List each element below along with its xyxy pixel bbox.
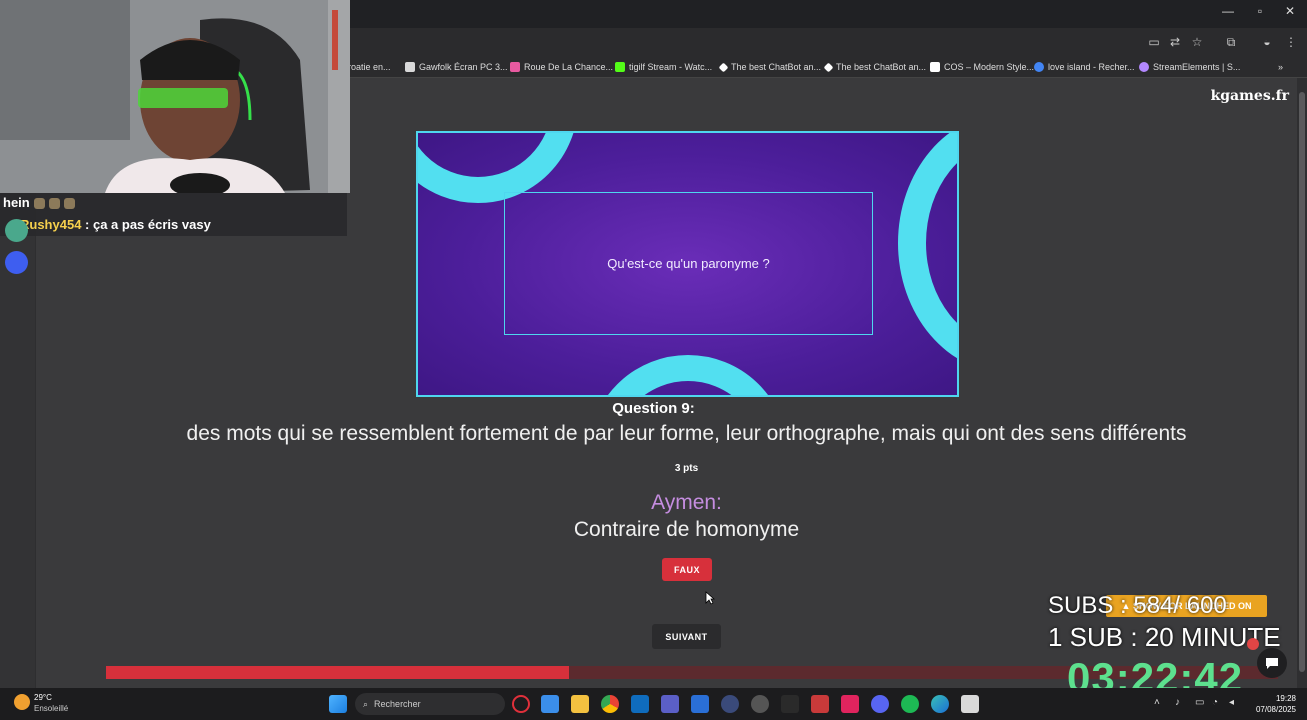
discord-icon[interactable] [871, 695, 889, 713]
opera-icon[interactable] [512, 695, 530, 713]
correct-answer: des mots qui se ressemblent fortement de… [186, 422, 1187, 445]
question-number: Question 9: [612, 400, 695, 417]
bookmark[interactable]: COS – Modern Style... [930, 60, 1034, 74]
subs-count: SUBS : 584/ 600 [1048, 592, 1227, 619]
notification-dot [1247, 638, 1259, 650]
cast-icon[interactable]: ▭ [1146, 34, 1162, 50]
search-icon: ⌕ [363, 698, 369, 709]
chatbot-icon [823, 62, 834, 72]
chat-username: Rushy454 [20, 217, 82, 232]
emote-icon [48, 198, 60, 210]
wifi-icon[interactable]: ◔ [1212, 697, 1218, 708]
weather-text[interactable]: Ensoleillé [34, 704, 68, 713]
timer-progress-fill [106, 666, 569, 679]
edge-icon[interactable] [931, 695, 949, 713]
question-text: Qu'est-ce qu'un paronyme ? [607, 256, 770, 271]
cos-icon [930, 62, 940, 72]
clock-date: 07/08/2025 [1255, 705, 1296, 714]
question-box: Qu'est-ce qu'un paronyme ? [504, 192, 873, 335]
extensions-icon[interactable]: ⧉ [1223, 34, 1239, 50]
player-name: Aymen: [651, 491, 722, 514]
close-icon[interactable]: ✕ [1278, 4, 1302, 18]
bookmark[interactable]: love island - Recher... [1034, 60, 1135, 74]
clock-time: 19:28 [1275, 694, 1296, 703]
chat-overlay: hein Rushy454 : ça a pas écris vasy [0, 193, 347, 236]
system-clock[interactable]: 19:28 07/08/2025 [1248, 693, 1296, 715]
folder-icon[interactable] [571, 695, 589, 713]
sub-rate: 1 SUB : 20 MINUTE [1048, 622, 1281, 652]
menu-icon[interactable]: ⋮ [1283, 34, 1299, 50]
chat-message: Rushy454 : ça a pas écris vasy [20, 217, 211, 232]
minimize-icon[interactable]: — [1216, 4, 1240, 18]
streamelements-icon [1139, 62, 1149, 72]
outlook-icon[interactable] [631, 695, 649, 713]
taskbar: 29°C Ensoleillé ⌕ Rechercher ˄ ♪ ▭ ◔ ◂ 1… [0, 688, 1307, 720]
temperature[interactable]: 29°C [34, 693, 52, 702]
scrollbar[interactable] [1297, 78, 1307, 688]
store-icon[interactable] [541, 695, 559, 713]
avatar[interactable] [5, 219, 28, 242]
google-icon [1034, 62, 1044, 72]
app-icon[interactable] [691, 695, 709, 713]
profile-icon[interactable]: ◒ [1259, 34, 1275, 50]
screen: — ▫ ✕ ▭ ⇄ ☆ ⧉ ◒ ⋮ roatie en... Gawfolk É… [0, 0, 1307, 720]
app-icon[interactable] [751, 695, 769, 713]
emote-icon [33, 198, 45, 210]
translate-icon[interactable]: ⇄ [1167, 34, 1183, 50]
tiktok-icon[interactable] [841, 695, 859, 713]
teams-icon[interactable] [661, 695, 679, 713]
streamer-camera-feed [0, 0, 350, 193]
question-card: Qu'est-ce qu'un paronyme ? [416, 131, 959, 397]
windows-start-icon[interactable] [329, 695, 347, 713]
maximize-icon[interactable]: ▫ [1248, 4, 1272, 18]
webcam-overlay [0, 0, 350, 193]
bookmark[interactable]: The best ChatBot an... [823, 60, 926, 74]
app-icon[interactable] [811, 695, 829, 713]
bookmarks-overflow-icon[interactable]: » [1278, 60, 1283, 74]
site-logo[interactable]: kgames.fr [1211, 88, 1289, 104]
points-value: 3 pts [674, 463, 699, 474]
chat-message-text: : ça a pas écris vasy [81, 217, 211, 232]
microphone-icon[interactable]: ♪ [1175, 697, 1180, 708]
app-icon[interactable] [721, 695, 739, 713]
star-icon[interactable]: ☆ [1189, 34, 1205, 50]
next-button[interactable]: SUIVANT [652, 624, 721, 649]
bookmark[interactable]: tigilf Stream - Watc... [615, 60, 712, 74]
amazon-icon [405, 62, 415, 72]
bookmark[interactable]: Gawfolk Écran PC 3... [405, 60, 508, 74]
wheel-icon [510, 62, 520, 72]
player-answer: Contraire de homonyme [573, 518, 800, 541]
sun-icon[interactable] [14, 694, 30, 710]
volume-icon[interactable]: ◂ [1229, 697, 1234, 708]
chatbot-icon [718, 62, 729, 72]
chat-message: hein [3, 195, 75, 210]
chrome-icon[interactable] [601, 695, 619, 713]
bookmark[interactable]: Roue De La Chance... [510, 60, 613, 74]
decorative-ring [588, 355, 788, 395]
taskbar-search[interactable]: ⌕ Rechercher [355, 693, 505, 715]
app-icon[interactable] [961, 695, 979, 713]
bookmark[interactable]: StreamElements | S... [1139, 60, 1240, 74]
chat-bubble-icon[interactable] [1257, 648, 1287, 678]
kick-icon [615, 62, 625, 72]
emote-icon [63, 198, 75, 210]
wrong-button[interactable]: FAUX [662, 558, 712, 581]
chevron-up-icon[interactable]: ˄ [1154, 697, 1160, 708]
app-icon[interactable] [781, 695, 799, 713]
chat-message-text: hein [3, 195, 30, 210]
avatar[interactable] [5, 251, 28, 274]
decorative-ring [898, 133, 957, 373]
search-placeholder: Rechercher [374, 699, 421, 709]
mouse-cursor-icon [705, 591, 715, 605]
bookmark[interactable]: roatie en... [348, 60, 391, 74]
spotify-icon[interactable] [901, 695, 919, 713]
scroll-thumb[interactable] [1299, 92, 1305, 672]
bookmark[interactable]: The best ChatBot an... [718, 60, 821, 74]
display-icon[interactable]: ▭ [1195, 697, 1204, 708]
